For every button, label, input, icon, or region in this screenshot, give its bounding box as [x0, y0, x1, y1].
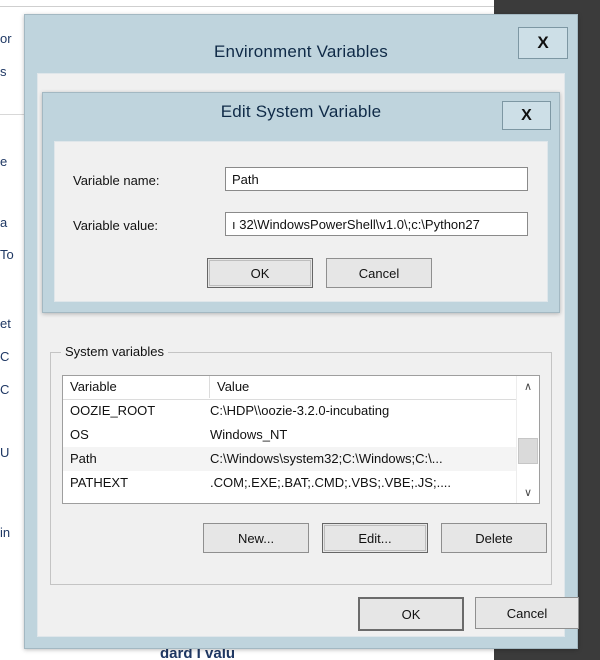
row-variable: OS — [70, 427, 89, 442]
table-row-selected[interactable]: Path C:\Windows\system32;C:\Windows;C:\.… — [63, 447, 539, 471]
background-divider — [0, 114, 26, 115]
background-text-fragment: U — [0, 445, 10, 460]
delete-button[interactable]: Delete — [441, 523, 547, 553]
list-scrollbar[interactable]: ∧ ∨ — [516, 376, 539, 503]
row-value: C:\HDP\\oozie-3.2.0-incubating — [210, 403, 390, 418]
table-row[interactable]: PATHEXT .COM;.EXE;.BAT;.CMD;.VBS;.VBE;.J… — [63, 471, 539, 495]
column-header-value[interactable]: Value — [210, 376, 517, 398]
new-button[interactable]: New... — [203, 523, 309, 553]
system-variables-group-title: System variables — [61, 344, 168, 359]
variable-name-input[interactable]: Path — [225, 167, 528, 191]
background-topbar — [0, 0, 494, 7]
background-text-fragment: To — [0, 247, 14, 262]
row-value: Windows_NT — [210, 427, 288, 442]
scroll-down-icon[interactable]: ∨ — [517, 482, 539, 503]
edit-ok-button[interactable]: OK — [207, 258, 313, 288]
table-row[interactable]: OOZIE_ROOT C:\HDP\\oozie-3.2.0-incubatin… — [63, 399, 539, 423]
edit-cancel-button[interactable]: Cancel — [326, 258, 432, 288]
close-icon[interactable]: X — [518, 27, 568, 59]
edit-system-variable-title: Edit System Variable — [220, 102, 382, 121]
edit-system-variable-body: Variable name: Path Variable value: ı 32… — [54, 141, 548, 302]
variable-name-label: Variable name: — [73, 173, 160, 188]
system-variables-group: System variables Variable Value OOZIE_RO… — [50, 344, 552, 585]
variable-value-label: Variable value: — [73, 218, 159, 233]
system-variables-list[interactable]: Variable Value OOZIE_ROOT C:\HDP\\oozie-… — [62, 375, 540, 504]
edit-system-variable-dialog: Edit System Variable X Variable name: Pa… — [42, 92, 560, 313]
background-text-fragment: in — [0, 525, 11, 540]
background-text-fragment: s — [0, 64, 7, 79]
row-variable: PATHEXT — [70, 475, 129, 490]
list-rows: OOZIE_ROOT C:\HDP\\oozie-3.2.0-incubatin… — [63, 399, 539, 495]
row-variable: Path — [70, 451, 97, 466]
background-text-fragment: e — [0, 154, 8, 169]
scrollbar-thumb[interactable] — [518, 438, 538, 464]
column-header-variable[interactable]: Variable — [63, 376, 210, 398]
background-text-fragment: C — [0, 382, 10, 397]
environment-variables-title: Environment Variables — [214, 42, 388, 61]
variable-value-input[interactable]: ı 32\WindowsPowerShell\v1.0\;c:\Python27 — [225, 212, 528, 236]
row-variable: OOZIE_ROOT — [70, 403, 156, 418]
row-value: .COM;.EXE;.BAT;.CMD;.VBS;.VBE;.JS;.... — [210, 475, 452, 490]
list-header: Variable Value — [63, 376, 539, 400]
row-value: C:\Windows\system32;C:\Windows;C:\... — [210, 451, 443, 466]
background-left-text-column: or s e a To et C C U in — [0, 7, 26, 655]
background-text-fragment: or — [0, 31, 12, 46]
background-text-fragment: C — [0, 349, 10, 364]
edit-button[interactable]: Edit... — [322, 523, 428, 553]
background-text-fragment: a — [0, 215, 8, 230]
table-row[interactable]: OS Windows_NT — [63, 423, 539, 447]
close-icon[interactable]: X — [502, 101, 551, 130]
background-text-fragment: et — [0, 316, 11, 331]
scroll-up-icon[interactable]: ∧ — [517, 376, 539, 397]
ok-button[interactable]: OK — [358, 597, 464, 631]
cancel-button[interactable]: Cancel — [475, 597, 579, 629]
